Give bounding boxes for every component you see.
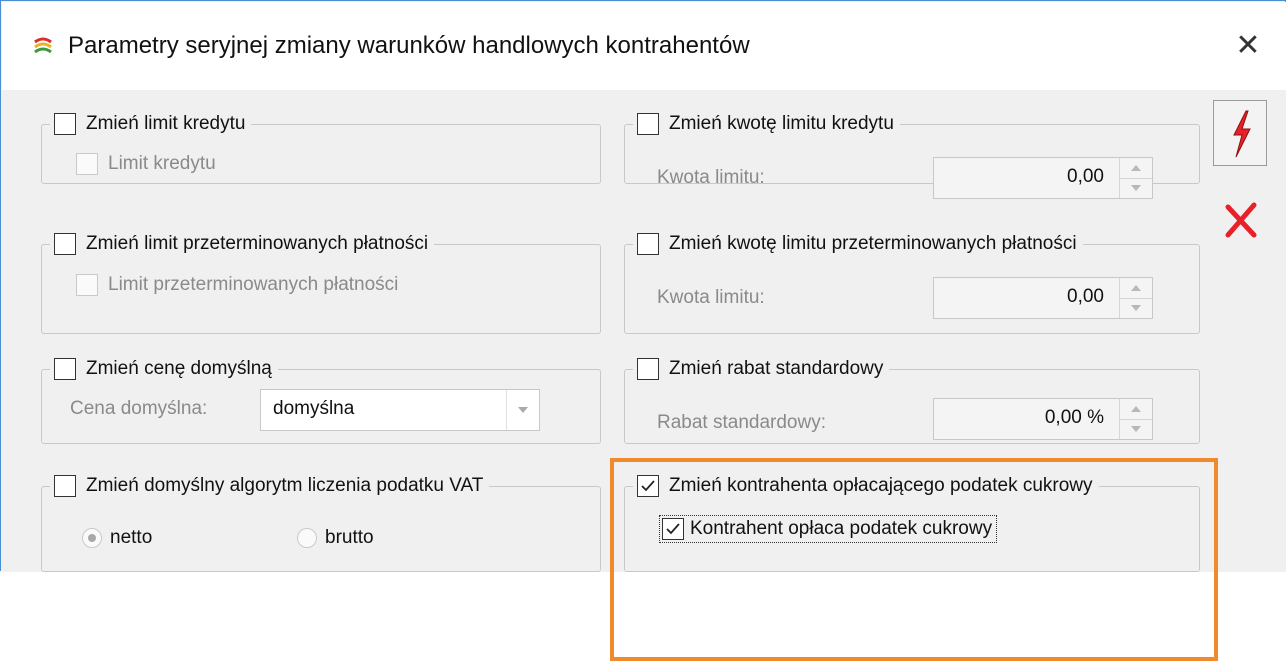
spin-down-icon[interactable] xyxy=(1120,419,1152,440)
kwota-limitu-label: Kwota limitu: xyxy=(657,167,765,188)
checkbox-limit-przeterminowanych[interactable]: Limit przeterminowanych płatności xyxy=(72,270,404,300)
group-algorytm-vat: Zmień domyślny algorytm liczenia podatku… xyxy=(41,471,601,572)
run-button[interactable] xyxy=(1213,100,1267,166)
spin-up-icon[interactable] xyxy=(1120,278,1152,298)
dialog-body: Zmień limit kredytu Limit kredytu Zmień … xyxy=(2,90,1286,661)
checkbox-box[interactable] xyxy=(637,358,659,380)
checkbox-box[interactable] xyxy=(54,358,76,380)
checkbox-limit-kredytu[interactable]: Limit kredytu xyxy=(72,149,222,179)
group-rabat-standardowy: Zmień rabat standardowy Rabat standardow… xyxy=(624,354,1200,444)
cancel-x-icon xyxy=(1225,202,1257,238)
kwota-limitu-przeterminowanych-input[interactable]: 0,00 xyxy=(933,277,1153,319)
checkbox-zmien-algorytm-vat[interactable]: Zmień domyślny algorytm liczenia podatku… xyxy=(50,471,490,501)
checkbox-zmien-limit-przeterminowanych[interactable]: Zmień limit przeterminowanych płatności xyxy=(50,229,435,259)
checkbox-box[interactable] xyxy=(54,475,76,497)
group-cena-domyslna: Zmień cenę domyślną Cena domyślna: domyś… xyxy=(41,354,601,444)
checkbox-zmien-kwote-limitu-kredytu[interactable]: Zmień kwotę limitu kredytu xyxy=(633,109,900,139)
checkbox-box[interactable] xyxy=(76,153,98,175)
lightning-icon xyxy=(1233,110,1251,158)
highlight-frame xyxy=(610,458,1218,661)
radio-label: netto xyxy=(110,527,153,548)
checkbox-label: Zmień domyślny algorytm liczenia podatku… xyxy=(86,475,484,496)
cena-domyslna-label: Cena domyślna: xyxy=(70,398,208,419)
checkbox-box[interactable] xyxy=(54,113,76,135)
dialog-window: Parametry seryjnej zmiany warunków handl… xyxy=(0,0,1286,661)
input-value: 0,00 xyxy=(1067,286,1104,307)
spin-down-icon[interactable] xyxy=(1120,178,1152,199)
checkbox-zmien-rabat-standardowy[interactable]: Zmień rabat standardowy xyxy=(633,354,890,384)
select-value: domyślna xyxy=(273,398,355,419)
group-limit-przeterminowanych: Zmień limit przeterminowanych płatności … xyxy=(41,229,601,334)
checkbox-box[interactable] xyxy=(637,233,659,255)
checkbox-label: Zmień kwotę limitu kredytu xyxy=(669,113,894,134)
rabat-standardowy-label: Rabat standardowy: xyxy=(657,412,826,433)
checkbox-box[interactable] xyxy=(76,274,98,296)
cancel-button[interactable] xyxy=(1213,186,1267,252)
chevron-down-icon[interactable] xyxy=(506,390,539,430)
checkbox-zmien-cene-domyslna[interactable]: Zmień cenę domyślną xyxy=(50,354,278,384)
checkbox-zmien-kwote-limitu-przeterminowanych[interactable]: Zmień kwotę limitu przeterminowanych pła… xyxy=(633,229,1083,259)
radio-label: brutto xyxy=(325,527,374,548)
radio-netto[interactable]: netto xyxy=(82,527,152,549)
input-value: 0,00 % xyxy=(1044,407,1104,428)
input-value: 0,00 xyxy=(1067,166,1104,187)
checkbox-box[interactable] xyxy=(637,113,659,135)
spinner[interactable] xyxy=(1119,278,1152,318)
checkbox-label: Zmień cenę domyślną xyxy=(86,358,272,379)
group-kwota-limitu-kredytu: Zmień kwotę limitu kredytu Kwota limitu:… xyxy=(624,109,1200,199)
checkbox-label: Limit przeterminowanych płatności xyxy=(108,274,399,295)
kwota-limitu-kredytu-input[interactable]: 0,00 xyxy=(933,157,1153,199)
checkbox-label: Zmień limit kredytu xyxy=(86,113,246,134)
radio-dot[interactable] xyxy=(297,528,317,548)
checkbox-box[interactable] xyxy=(54,233,76,255)
cena-domyslna-select[interactable]: domyślna xyxy=(260,389,540,431)
checkbox-label: Zmień limit przeterminowanych płatności xyxy=(86,233,429,254)
title-bar: Parametry seryjnej zmiany warunków handl… xyxy=(2,2,1286,90)
spin-up-icon[interactable] xyxy=(1120,399,1152,419)
window-title: Parametry seryjnej zmiany warunków handl… xyxy=(68,32,750,59)
checkbox-zmien-limit-kredytu[interactable]: Zmień limit kredytu xyxy=(50,109,252,139)
app-icon xyxy=(34,37,52,54)
kwota-limitu-label: Kwota limitu: xyxy=(657,287,765,308)
rabat-standardowy-input[interactable]: 0,00 % xyxy=(933,398,1153,440)
spin-up-icon[interactable] xyxy=(1120,158,1152,178)
checkbox-label: Zmień rabat standardowy xyxy=(669,358,884,379)
spinner[interactable] xyxy=(1119,158,1152,198)
group-kwota-limitu-przeterminowanych: Zmień kwotę limitu przeterminowanych pła… xyxy=(624,229,1200,334)
group-limit-kredytu: Zmień limit kredytu Limit kredytu xyxy=(41,109,601,184)
radio-dot[interactable] xyxy=(82,528,102,548)
close-icon[interactable]: ✕ xyxy=(1228,26,1268,66)
checkbox-label: Limit kredytu xyxy=(108,153,216,174)
spin-down-icon[interactable] xyxy=(1120,298,1152,319)
radio-brutto[interactable]: brutto xyxy=(297,527,374,549)
checkbox-label: Zmień kwotę limitu przeterminowanych pła… xyxy=(669,233,1077,254)
spinner[interactable] xyxy=(1119,399,1152,439)
